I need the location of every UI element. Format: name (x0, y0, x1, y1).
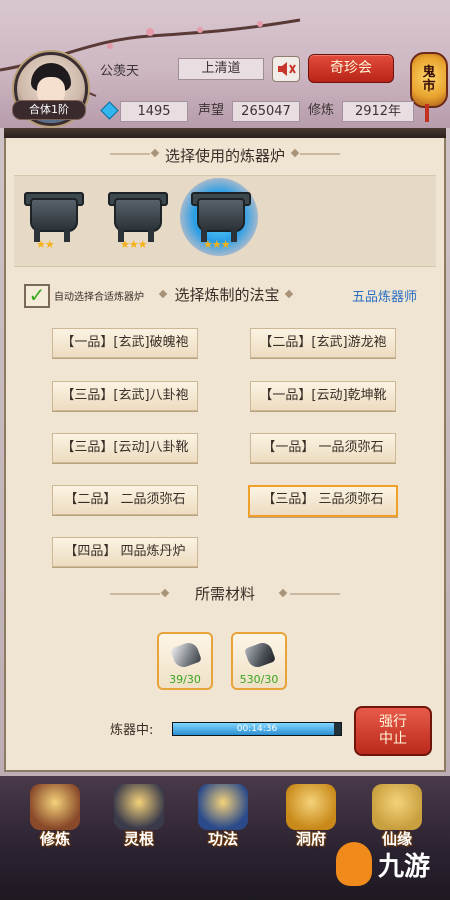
furnace-stars: ★★★ (120, 238, 148, 251)
crystal-ore-icon (170, 640, 202, 670)
treasure-fair-button[interactable]: 奇珍会 (308, 54, 394, 83)
sect-name: 上清道 (178, 58, 264, 80)
furnace-stars: ★★ (36, 238, 55, 251)
material-count: 39/30 (169, 673, 201, 686)
nav-spirit-root[interactable]: 灵根 (104, 780, 174, 850)
nav-cultivation[interactable]: 修炼 (20, 780, 90, 850)
reputation-value: 265047 (232, 101, 300, 122)
refining-time-remaining: 00:14:36 (236, 724, 278, 734)
ghost-market-lantern-button[interactable]: 鬼 市 (410, 52, 448, 108)
nav-technique[interactable]: 功法 (188, 780, 258, 850)
level-badge: 合体1阶 (12, 100, 86, 120)
force-stop-button[interactable]: 强行 中止 (354, 706, 432, 756)
immortal-fate-icon (372, 784, 422, 830)
nav-label: 修炼 (39, 830, 70, 848)
nav-label: 功法 (207, 830, 238, 848)
reputation-label: 声望 (198, 103, 225, 118)
furnace-option-3-selected[interactable]: ★★★ (187, 190, 251, 252)
nav-cave-dwelling[interactable]: 洞府 (276, 780, 346, 850)
lantern-tassel (425, 104, 429, 122)
material-slot-2[interactable]: 530/30 (231, 632, 287, 690)
cultivation-icon (30, 784, 80, 830)
craft-item-2[interactable]: 【二品】[玄武]游龙袍 (250, 328, 396, 358)
craft-section-title: 选择炼制的法宝 (174, 286, 280, 304)
technique-icon (198, 784, 248, 830)
craft-item-9[interactable]: 【四品】 四品炼丹炉 (52, 537, 198, 567)
ghost-market-char-2: 市 (422, 79, 436, 94)
force-stop-label-1: 强行 (379, 714, 407, 730)
force-stop-label-2: 中止 (379, 731, 407, 747)
material-count: 530/30 (239, 673, 279, 686)
logo-text: 九游 (378, 852, 431, 882)
refiner-rank: 五品炼器师 (352, 290, 418, 305)
craft-item-3[interactable]: 【三品】[玄武]八卦袍 (52, 381, 198, 411)
nav-label: 灵根 (123, 830, 154, 848)
ghost-market-char-1: 鬼 (422, 65, 436, 80)
craft-item-6[interactable]: 【一品】 一品须弥石 (250, 433, 396, 463)
craft-item-8-selected[interactable]: 【三品】 三品须弥石 (248, 485, 398, 517)
auto-select-label: 自动选择合适炼器炉 (54, 292, 144, 303)
cultivation-value: 2912年 (342, 101, 414, 122)
material-slot-1[interactable]: 39/30 (157, 632, 213, 690)
cultivation-label: 修炼 (308, 103, 335, 118)
speaker-muted-icon (278, 62, 296, 76)
craft-item-1[interactable]: 【一品】[玄武]破魄袍 (52, 328, 198, 358)
gem-count: 1495 (120, 101, 188, 122)
craft-item-7[interactable]: 【二品】 二品须弥石 (52, 485, 198, 515)
cave-dwelling-icon (286, 784, 336, 830)
furnace-option-2[interactable]: ★★★ (104, 190, 168, 252)
nav-immortal-fate[interactable]: 仙缘 (362, 780, 432, 850)
refining-progress-bar: 00:14:36 (172, 722, 342, 736)
title-ornament-left (110, 593, 160, 595)
refining-status-label: 炼器中: (110, 723, 154, 738)
player-name: 公羡天 (100, 64, 140, 79)
furnace-stars: ★★★ (203, 238, 231, 251)
panel-roof-trim (4, 128, 446, 138)
checkmark-icon: ✓ (28, 283, 46, 307)
title-ornament-right (300, 153, 340, 155)
furnace-option-1[interactable]: ★★ (20, 190, 84, 252)
title-ornament-right (290, 593, 340, 595)
auto-select-checkbox[interactable]: ✓ (24, 284, 50, 308)
craft-item-5[interactable]: 【三品】[云动]八卦靴 (52, 433, 198, 463)
furnace-section-title: 选择使用的炼器炉 (164, 147, 285, 165)
materials-section-title: 所需材料 (194, 585, 255, 603)
iron-ore-icon (244, 640, 276, 670)
craft-item-4[interactable]: 【一品】[云动]乾坤靴 (250, 381, 396, 411)
jiuyou-logo: 九游 (336, 842, 446, 892)
spirit-root-icon (114, 784, 164, 830)
title-ornament-left (110, 153, 150, 155)
fox-logo-icon (336, 842, 372, 886)
sound-toggle-button[interactable] (272, 56, 300, 82)
